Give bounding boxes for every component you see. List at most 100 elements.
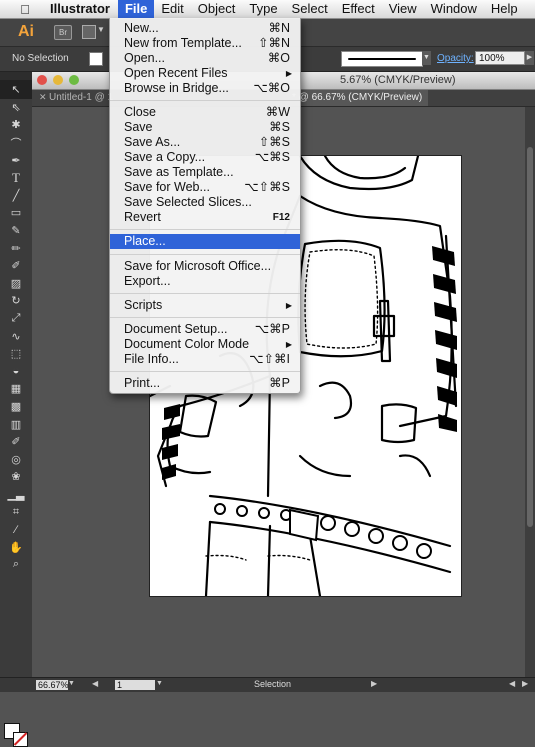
menu-app-name[interactable]: Illustrator (36, 0, 118, 18)
submenu-arrow-icon: ▶ (285, 340, 292, 349)
menu-separator (110, 100, 300, 101)
menu-item-open[interactable]: Open... ⌘O (110, 51, 300, 66)
pen-tool-icon[interactable]: ✒ (0, 151, 32, 169)
opacity-field[interactable]: 100% (475, 51, 525, 65)
type-tool-icon[interactable]: T (0, 169, 32, 187)
stroke-swatch[interactable] (13, 732, 28, 747)
slice-tool-icon[interactable]: ∕ (0, 521, 32, 539)
scroll-right-icon[interactable]: ▶ (522, 679, 528, 688)
zoom-window-icon[interactable] (69, 75, 79, 85)
magic-wand-tool-icon[interactable]: ✱ (0, 116, 32, 134)
menu-item-save-for-web[interactable]: Save for Web... ⌥⇧⌘S (110, 180, 300, 195)
tools-panel: ↖ ⇖ ✱ ⌒ ✒ T ╱ ▭ ✎ ✏ ✐ ▨ ↻ ⤢ ∿ ⬚ ◒ ▦ ▩ ▥ … (0, 72, 33, 747)
status-bar: 66.67% ▼ ◀ 1 ▼ Selection ▶ ◀ ▶ (0, 677, 535, 692)
paintbrush-tool-icon[interactable]: ✎ (0, 222, 32, 240)
submenu-arrow-icon: ▶ (285, 69, 292, 78)
menu-item-new[interactable]: New... ⌘N (110, 21, 300, 36)
menu-item-file-info[interactable]: File Info... ⌥⇧⌘I (110, 352, 300, 367)
menu-effect[interactable]: Effect (335, 0, 382, 18)
eraser-tool-icon[interactable]: ▨ (0, 275, 32, 293)
free-transform-tool-icon[interactable]: ⬚ (0, 345, 32, 363)
menu-item-save-microsoft-office[interactable]: Save for Microsoft Office... (110, 259, 300, 274)
menu-item-browse-bridge[interactable]: Browse in Bridge... ⌥⌘O (110, 81, 300, 96)
menu-file[interactable]: File (117, 0, 155, 18)
artboard-number-field[interactable]: 1 (115, 680, 155, 690)
close-window-icon[interactable] (37, 75, 47, 85)
menu-separator (110, 229, 300, 230)
blob-brush-tool-icon[interactable]: ✐ (0, 257, 32, 275)
menu-item-save-slices[interactable]: Save Selected Slices... (110, 195, 300, 210)
selection-status: No Selection (12, 53, 69, 64)
menu-object[interactable]: Object (191, 0, 243, 18)
menu-item-place[interactable]: Place... (110, 234, 300, 249)
scroll-left-icon[interactable]: ◀ (509, 679, 515, 688)
tab-untitled[interactable]: Untitled-1 @ 1 (49, 92, 113, 103)
illustrator-logo: Ai (18, 23, 34, 40)
menu-item-save-as[interactable]: Save As... ⇧⌘S (110, 135, 300, 150)
menu-item-save-template[interactable]: Save as Template... (110, 165, 300, 180)
menu-item-document-color-mode[interactable]: Document Color Mode ▶ (110, 337, 300, 352)
status-text: Selection (254, 679, 292, 689)
eyedropper-tool-icon[interactable]: ✐ (0, 433, 32, 451)
tab-close-icon[interactable]: ✕ (39, 92, 47, 103)
menu-item-export[interactable]: Export... (110, 274, 300, 289)
stroke-line (348, 58, 416, 60)
menu-item-scripts[interactable]: Scripts ▶ (110, 298, 300, 313)
scale-tool-icon[interactable]: ⤢ (0, 310, 32, 328)
menu-help[interactable]: Help (484, 0, 525, 18)
artboard-dropdown-icon[interactable]: ▼ (156, 680, 163, 687)
zoom-level-field[interactable]: 66.67% (36, 680, 69, 690)
column-graph-tool-icon[interactable]: ▁▃ (0, 486, 32, 504)
brush-dropdown-icon[interactable]: ▼ (422, 51, 431, 65)
menu-item-close[interactable]: Close ⌘W (110, 105, 300, 120)
bridge-button[interactable]: Br (54, 25, 72, 40)
menu-edit[interactable]: Edit (154, 0, 190, 18)
gradient-tool-icon[interactable]: ▥ (0, 415, 32, 433)
artboard-tool-icon[interactable]: ⌗ (0, 503, 32, 521)
shape-builder-tool-icon[interactable]: ◒ (0, 363, 32, 381)
fill-stroke-swatches[interactable] (4, 723, 28, 747)
selection-tool-icon[interactable]: ↖ (0, 81, 32, 99)
menu-item-document-setup[interactable]: Document Setup... ⌥⌘P (110, 322, 300, 337)
mesh-tool-icon[interactable]: ▩ (0, 398, 32, 416)
previous-artboard-icon[interactable]: ◀ (92, 679, 98, 688)
rectangle-tool-icon[interactable]: ▭ (0, 204, 32, 222)
opacity-label[interactable]: Opacity: (437, 53, 474, 64)
zoom-tool-icon[interactable]: ⌕ (0, 556, 32, 574)
arrange-documents-icon[interactable] (82, 25, 96, 39)
apple-menu-icon[interactable]:  (14, 2, 36, 17)
menu-item-revert[interactable]: Revert F12 (110, 210, 300, 225)
warp-tool-icon[interactable]: ∿ (0, 327, 32, 345)
menu-item-open-recent[interactable]: Open Recent Files ▶ (110, 66, 300, 81)
menu-item-save[interactable]: Save ⌘S (110, 120, 300, 135)
menu-type[interactable]: Type (242, 0, 284, 18)
tools-panel-grip[interactable] (0, 72, 32, 81)
menu-separator (110, 371, 300, 372)
line-tool-icon[interactable]: ╱ (0, 187, 32, 205)
minimize-window-icon[interactable] (53, 75, 63, 85)
fill-color-swatch[interactable] (89, 52, 103, 66)
menu-window[interactable]: Window (424, 0, 484, 18)
blend-tool-icon[interactable]: ◎ (0, 450, 32, 468)
menu-view[interactable]: View (382, 0, 424, 18)
symbol-sprayer-tool-icon[interactable]: ❀ (0, 468, 32, 486)
menu-item-new-from-template[interactable]: New from Template... ⇧⌘N (110, 36, 300, 51)
menu-item-print[interactable]: Print... ⌘P (110, 376, 300, 391)
brush-stroke-preview[interactable] (341, 51, 423, 67)
pencil-tool-icon[interactable]: ✏ (0, 239, 32, 257)
menu-item-save-copy[interactable]: Save a Copy... ⌥⌘S (110, 150, 300, 165)
document-title: 5.67% (CMYK/Preview) (340, 74, 456, 86)
opacity-arrow-icon[interactable]: ▶ (525, 51, 534, 65)
menu-select[interactable]: Select (285, 0, 335, 18)
hand-tool-icon[interactable]: ✋ (0, 538, 32, 556)
arrange-dropdown-icon[interactable]: ▼ (97, 25, 105, 34)
perspective-grid-tool-icon[interactable]: ▦ (0, 380, 32, 398)
tab-active-document[interactable]: * @ 66.67% (CMYK/Preview) (290, 90, 429, 106)
vertical-scrollbar[interactable] (525, 107, 535, 677)
zoom-dropdown-icon[interactable]: ▼ (68, 680, 75, 687)
status-menu-icon[interactable]: ▶ (371, 679, 377, 688)
lasso-tool-icon[interactable]: ⌒ (0, 134, 32, 152)
rotate-tool-icon[interactable]: ↻ (0, 292, 32, 310)
vertical-scroll-thumb[interactable] (527, 147, 533, 527)
direct-selection-tool-icon[interactable]: ⇖ (0, 99, 32, 117)
